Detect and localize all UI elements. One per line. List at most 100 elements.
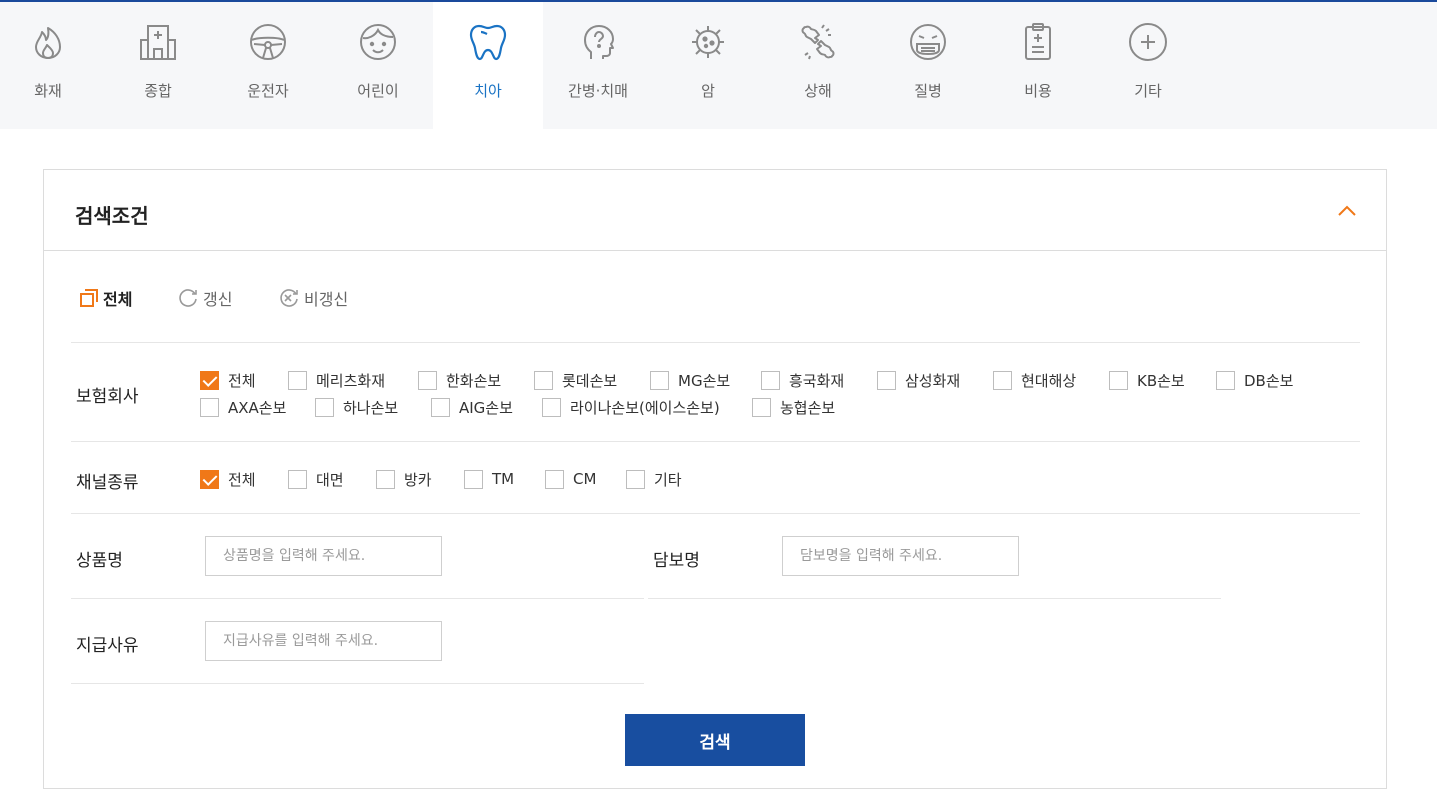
checkbox-label: 메리츠화재 [316, 371, 386, 390]
insurer-checkbox[interactable]: 메리츠화재 [288, 369, 385, 391]
checkbox-checked-icon[interactable] [200, 469, 219, 489]
tab-label: 암 [701, 82, 715, 100]
checkbox-label: 전체 [228, 470, 256, 489]
insurer-checkbox[interactable]: 삼성화재 [877, 369, 960, 391]
checkbox-label: AXA손보 [228, 398, 287, 417]
checkbox-label: CM [573, 470, 597, 488]
checkbox-unchecked-icon[interactable] [761, 370, 780, 390]
tab-driver[interactable]: 운전자 [213, 2, 323, 129]
tab-expenses[interactable]: 비용 [983, 2, 1093, 129]
tab-label: 간병·치매 [568, 82, 628, 100]
clipboard-plus-icon [1025, 23, 1051, 60]
channel-checkbox[interactable]: 대면 [288, 468, 344, 490]
panel-title: 검색조건 [75, 204, 149, 228]
divider [71, 683, 644, 684]
checkbox-unchecked-icon[interactable] [545, 469, 564, 489]
insurer-checkbox[interactable]: KB손보 [1109, 369, 1185, 391]
hospital-icon [140, 25, 176, 60]
checkbox-unchecked-icon[interactable] [877, 370, 896, 390]
search-button[interactable]: 검색 [625, 714, 805, 766]
tab-label: 질병 [914, 82, 942, 100]
checkbox-unchecked-icon[interactable] [200, 397, 219, 417]
tab-label: 운전자 [247, 82, 289, 100]
tab-nursing-dementia[interactable]: 간병·치매 [543, 2, 653, 129]
checkbox-unchecked-icon[interactable] [1216, 370, 1235, 390]
tab-dental[interactable]: 치아 [433, 2, 543, 129]
checkbox-unchecked-icon[interactable] [431, 397, 450, 417]
coverage-name-label: 담보명 [653, 551, 700, 571]
checkbox-unchecked-icon[interactable] [534, 370, 553, 390]
insurer-checkbox[interactable]: MG손보 [650, 369, 730, 391]
checkbox-unchecked-icon[interactable] [288, 469, 307, 489]
tab-label: 어린이 [357, 82, 399, 100]
insurer-checkbox[interactable]: 흥국화재 [761, 369, 844, 391]
insurer-checkbox[interactable]: 한화손보 [418, 369, 501, 391]
checkbox-unchecked-icon[interactable] [542, 397, 561, 417]
tab-children[interactable]: 어린이 [323, 2, 433, 129]
checkbox-label: 현대해상 [1021, 371, 1077, 390]
tab-label: 화재 [34, 82, 62, 100]
product-name-label: 상품명 [76, 551, 123, 571]
refresh-icon [179, 289, 197, 307]
channel-checkbox[interactable]: 방카 [376, 468, 432, 490]
tab-cancer[interactable]: 암 [653, 2, 763, 129]
renewal-label: 전체 [103, 290, 133, 309]
insurer-checkbox[interactable]: AIG손보 [431, 396, 513, 418]
tab-label: 종합 [144, 82, 172, 100]
checkbox-label: MG손보 [678, 371, 731, 390]
checkbox-label: 롯데손보 [562, 371, 618, 390]
checkbox-label: 라이나손보(에이스손보) [570, 398, 720, 417]
checkbox-unchecked-icon[interactable] [376, 469, 395, 489]
renewal-label: 갱신 [203, 290, 233, 309]
checkbox-label: 대면 [316, 470, 344, 489]
insurer-checkbox[interactable]: 하나손보 [315, 396, 398, 418]
renewal-filter-renewable[interactable]: 갱신 [179, 285, 232, 311]
tab-others[interactable]: 기타 [1093, 2, 1203, 129]
tab-injury[interactable]: 상해 [763, 2, 873, 129]
tab-fire[interactable]: 화재 [0, 2, 103, 129]
checkbox-label: 한화손보 [446, 371, 502, 390]
checkbox-unchecked-icon[interactable] [288, 370, 307, 390]
divider [71, 342, 1360, 343]
tab-label: 비용 [1024, 82, 1052, 100]
renewal-filter-nonrenewable[interactable]: 비갱신 [278, 285, 348, 311]
checkbox-label: KB손보 [1137, 371, 1185, 390]
insurer-checkbox[interactable]: 농협손보 [752, 396, 835, 418]
insurer-checkbox[interactable]: 전체 [200, 369, 256, 391]
coverage-name-input[interactable] [782, 536, 1019, 576]
checkbox-unchecked-icon[interactable] [993, 370, 1012, 390]
checkbox-unchecked-icon[interactable] [650, 370, 669, 390]
channel-checkbox[interactable]: CM [545, 468, 596, 490]
channel-checkbox[interactable]: 기타 [626, 468, 682, 490]
renewal-filter-all[interactable]: 전체 [79, 285, 132, 311]
insurer-checkbox[interactable]: 라이나손보(에이스손보) [542, 396, 720, 418]
channel-checkbox[interactable]: TM [464, 468, 514, 490]
panel-header: 검색조건 [44, 170, 1386, 251]
child-face-icon [360, 24, 396, 60]
insurer-checkbox[interactable]: AXA손보 [200, 396, 286, 418]
tab-label: 치아 [474, 82, 502, 100]
tab-general[interactable]: 종합 [103, 2, 213, 129]
tab-disease[interactable]: 질병 [873, 2, 983, 129]
chevron-up-icon[interactable] [1336, 200, 1358, 222]
checkbox-unchecked-icon[interactable] [315, 397, 334, 417]
payment-reason-input[interactable] [205, 621, 442, 661]
divider [71, 598, 644, 599]
checkbox-unchecked-icon[interactable] [752, 397, 771, 417]
steering-wheel-icon [250, 24, 286, 60]
checkbox-label: 방카 [404, 470, 432, 489]
head-question-icon [584, 25, 614, 59]
checkbox-checked-icon[interactable] [200, 370, 219, 390]
insurer-checkbox[interactable]: 현대해상 [993, 369, 1076, 391]
channel-checkbox[interactable]: 전체 [200, 468, 256, 490]
checkbox-unchecked-icon[interactable] [1109, 370, 1128, 390]
renewal-label: 비갱신 [304, 290, 349, 309]
insurer-checkbox[interactable]: 롯데손보 [534, 369, 617, 391]
insurer-checkbox[interactable]: DB손보 [1216, 369, 1293, 391]
payment-reason-label: 지급사유 [76, 636, 139, 656]
checkbox-unchecked-icon[interactable] [464, 469, 483, 489]
product-name-input[interactable] [205, 536, 442, 576]
checkbox-unchecked-icon[interactable] [418, 370, 437, 390]
checkbox-label: 전체 [228, 371, 256, 390]
checkbox-unchecked-icon[interactable] [626, 469, 645, 489]
